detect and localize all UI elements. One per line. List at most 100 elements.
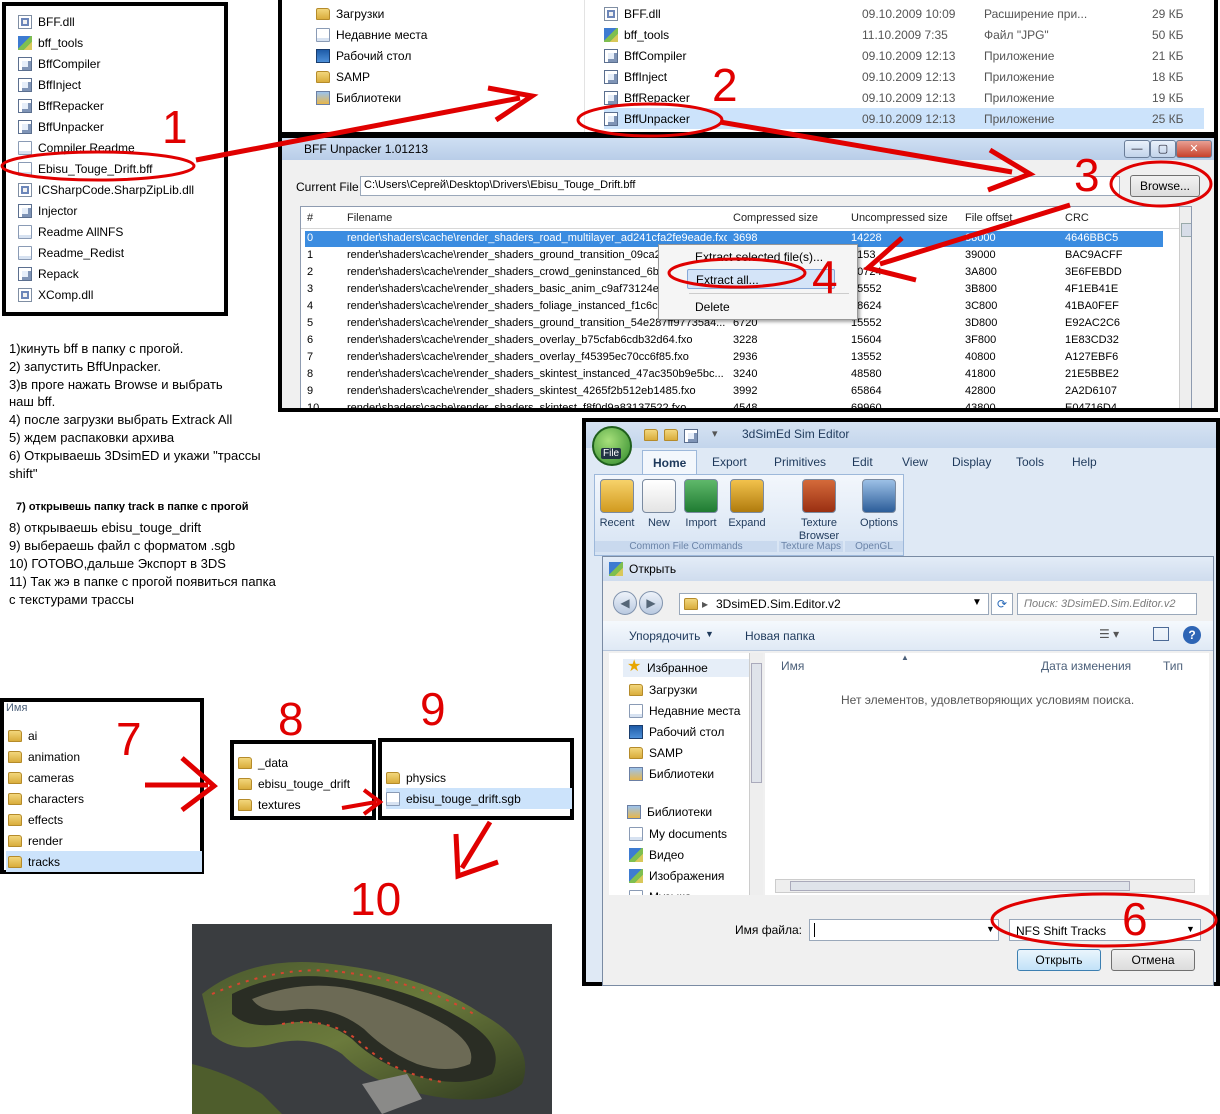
file-row[interactable]: bff_tools 11.10.2009 7:35 Файл "JPG" 50 КБ — [604, 24, 1204, 45]
nav-scrollbar[interactable] — [749, 653, 763, 895]
current-file-field[interactable]: C:\Users\Сергей\Desktop\Drivers\Ebisu_To… — [360, 176, 1120, 196]
ribbon-tab[interactable]: Export — [712, 450, 747, 474]
browse-button[interactable]: Browse... — [1130, 175, 1200, 197]
table-row[interactable]: 7 render\shaders\cache\render_shaders_ove… — [305, 350, 1163, 366]
library-item[interactable]: Изображения — [629, 865, 759, 886]
nav-item[interactable]: Недавние места — [316, 24, 566, 45]
column-date[interactable]: Дата изменения — [1041, 659, 1131, 673]
libraries-header[interactable]: Библиотеки — [623, 803, 749, 821]
favorites-header[interactable]: ★ Избранное — [623, 659, 749, 677]
column-header[interactable]: Filename — [347, 207, 392, 229]
ribbon-button[interactable]: New — [641, 479, 677, 530]
column-header[interactable]: # — [307, 207, 313, 229]
refresh-button[interactable]: ⟳ — [991, 593, 1013, 615]
nav-item[interactable]: Рабочий стол — [316, 45, 566, 66]
table-row[interactable]: 9 render\shaders\cache\render_shaders_ski… — [305, 384, 1163, 400]
ribbon-tab[interactable]: Primitives — [774, 450, 826, 474]
maximize-button[interactable]: ▢ — [1150, 140, 1176, 158]
list-item[interactable]: Ebisu_Touge_Drift.bff — [18, 158, 223, 179]
ribbon-tab[interactable]: Edit — [852, 450, 873, 474]
list-item[interactable]: BffCompiler — [18, 53, 223, 74]
folder-item[interactable]: tracks — [6, 851, 202, 872]
favorite-item[interactable]: SAMP — [629, 742, 759, 763]
ribbon-tab[interactable]: Display — [952, 450, 991, 474]
ribbon-button[interactable]: Recent — [597, 479, 637, 530]
filename-input[interactable]: ▼ — [809, 919, 999, 941]
search-input[interactable]: Поиск: 3DsimED.Sim.Editor.v2 — [1017, 593, 1197, 615]
nav-item[interactable]: Библиотеки — [316, 87, 566, 108]
folder-item[interactable]: cameras — [6, 767, 202, 788]
list-item[interactable]: ICSharpCode.SharpZipLib.dll — [18, 179, 223, 200]
list-item[interactable]: BffRepacker — [18, 95, 223, 116]
list-item[interactable]: BFF.dll — [18, 11, 223, 32]
folder-item[interactable]: ebisu_touge_drift — [238, 773, 374, 794]
ribbon-tab[interactable]: View — [902, 450, 928, 474]
column-name[interactable]: Имя — [781, 659, 804, 673]
cancel-button[interactable]: Отмена — [1111, 949, 1195, 971]
quick-access-icons[interactable] — [644, 427, 708, 443]
favorite-item[interactable]: Библиотеки — [629, 763, 759, 784]
favorite-item[interactable]: Загрузки — [629, 679, 759, 700]
library-item[interactable]: Видео — [629, 844, 759, 865]
ribbon-tab[interactable]: Help — [1072, 450, 1097, 474]
nav-item[interactable]: Загрузки — [316, 3, 566, 24]
address-bar[interactable]: ▸ 3DsimED.Sim.Editor.v2 ▼ — [679, 593, 989, 615]
minimize-button[interactable]: — — [1124, 140, 1150, 158]
list-item[interactable]: Readme_Redist — [18, 242, 223, 263]
folder-item[interactable]: animation — [6, 746, 202, 767]
favorite-item[interactable]: Рабочий стол — [629, 721, 759, 742]
vertical-scrollbar[interactable] — [1179, 207, 1191, 408]
column-header[interactable]: File offset — [965, 207, 1013, 229]
nav-item[interactable]: SAMP — [316, 66, 566, 87]
list-item[interactable]: BffUnpacker — [18, 116, 223, 137]
list-item[interactable]: Repack — [18, 263, 223, 284]
folder-item[interactable]: effects — [6, 809, 202, 830]
column-header[interactable]: Uncompressed size — [851, 207, 948, 229]
folder-item[interactable]: _data — [238, 752, 374, 773]
ribbon-tab[interactable]: Home — [642, 450, 698, 474]
menu-extract-selected[interactable]: Extract selected file(s)... — [695, 250, 823, 264]
folder-item[interactable]: ai — [6, 725, 202, 746]
back-button[interactable]: ◀ — [613, 591, 637, 615]
folder-item[interactable]: render — [6, 830, 202, 851]
folder-item[interactable]: textures — [238, 794, 374, 815]
ribbon-button[interactable]: Import — [681, 479, 721, 530]
table-row[interactable]: 6 render\shaders\cache\render_shaders_ove… — [305, 333, 1163, 349]
library-item[interactable]: My documents — [629, 823, 759, 844]
forward-button[interactable]: ▶ — [639, 591, 663, 615]
organize-button[interactable]: Упорядочить — [629, 629, 700, 643]
ribbon-button[interactable]: Options — [857, 479, 901, 530]
help-icon[interactable]: ? — [1183, 626, 1201, 644]
favorite-item[interactable]: Недавние места — [629, 700, 759, 721]
folder-item[interactable]: physics — [386, 767, 572, 788]
open-button[interactable]: Открыть — [1017, 949, 1101, 971]
list-item[interactable]: BffInject — [18, 74, 223, 95]
list-item[interactable]: XComp.dll — [18, 284, 223, 305]
menu-delete[interactable]: Delete — [695, 300, 730, 314]
close-button[interactable]: ✕ — [1176, 140, 1212, 158]
list-item[interactable]: Injector — [18, 200, 223, 221]
library-item[interactable]: Музыка — [629, 886, 759, 895]
column-header[interactable]: Compressed size — [733, 207, 818, 229]
table-row[interactable]: 8 render\shaders\cache\render_shaders_ski… — [305, 367, 1163, 383]
file-row[interactable]: BFF.dll 09.10.2009 10:09 Расширение при...… — [604, 3, 1204, 24]
column-header[interactable]: CRC — [1065, 207, 1089, 229]
list-item[interactable]: Readme AllNFS — [18, 221, 223, 242]
preview-pane-icon[interactable] — [1153, 627, 1169, 641]
folder-item[interactable]: ebisu_touge_drift.sgb — [386, 788, 572, 809]
column-type[interactable]: Тип — [1163, 659, 1183, 673]
file-orb-button[interactable]: File — [592, 426, 632, 466]
ribbon-button[interactable]: Expand — [725, 479, 769, 530]
table-row[interactable]: 10 render\shaders\cache\render_shaders_sk… — [305, 401, 1163, 408]
horizontal-scrollbar[interactable] — [775, 879, 1195, 893]
file-row[interactable]: BffCompiler 09.10.2009 12:13 Приложение 21 … — [604, 45, 1204, 66]
new-folder-button[interactable]: Новая папка — [745, 629, 815, 643]
chevron-down-icon[interactable]: ▼ — [972, 597, 982, 608]
file-row[interactable]: BffUnpacker 09.10.2009 12:13 Приложение 25 … — [604, 108, 1204, 129]
ribbon-tab[interactable]: Tools — [1016, 450, 1044, 474]
list-item[interactable]: Compiler Readme — [18, 137, 223, 158]
folder-item[interactable]: characters — [6, 788, 202, 809]
ribbon-button[interactable]: Texture Browser — [785, 479, 853, 543]
view-icon[interactable]: ☰ ▾ — [1099, 627, 1119, 641]
list-item[interactable]: bff_tools — [18, 32, 223, 53]
